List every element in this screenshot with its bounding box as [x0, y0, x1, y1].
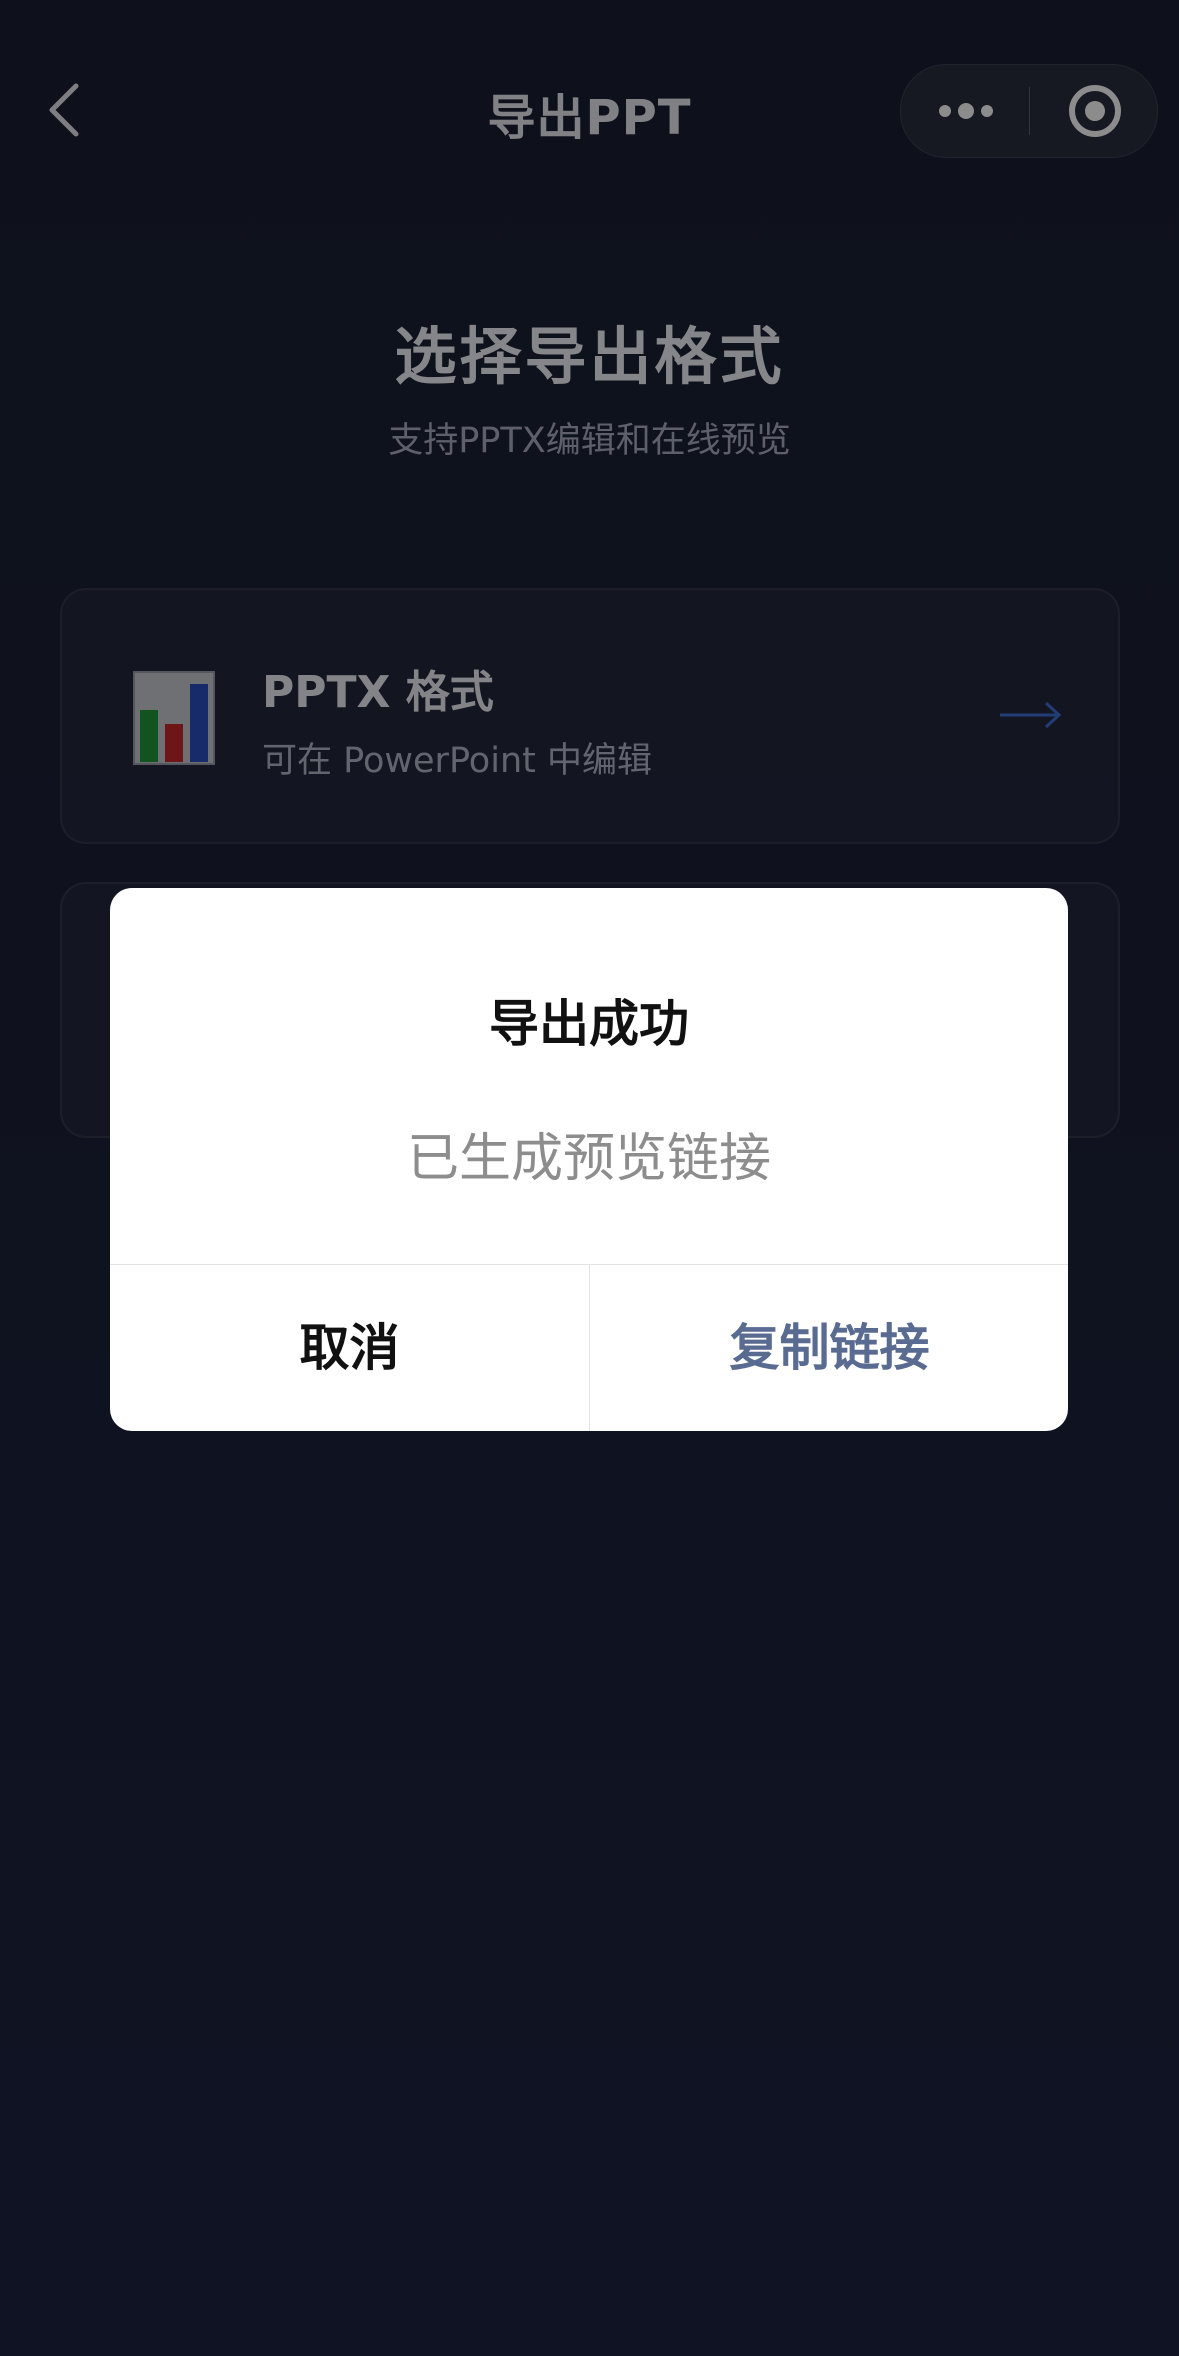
cancel-button[interactable]: 取消 — [110, 1265, 589, 1431]
export-success-dialog: 导出成功 已生成预览链接 取消 复制链接 — [110, 888, 1068, 1431]
dialog-title: 导出成功 — [489, 995, 689, 1053]
export-ppt-page: 导出PPT 选择导出格式 支持PPTX编辑和在线预览 PPTX 格式 可在 Po… — [0, 0, 1179, 2356]
dialog-message: 已生成预览链接 — [406, 1129, 771, 1189]
copy-link-button[interactable]: 复制链接 — [590, 1265, 1068, 1431]
